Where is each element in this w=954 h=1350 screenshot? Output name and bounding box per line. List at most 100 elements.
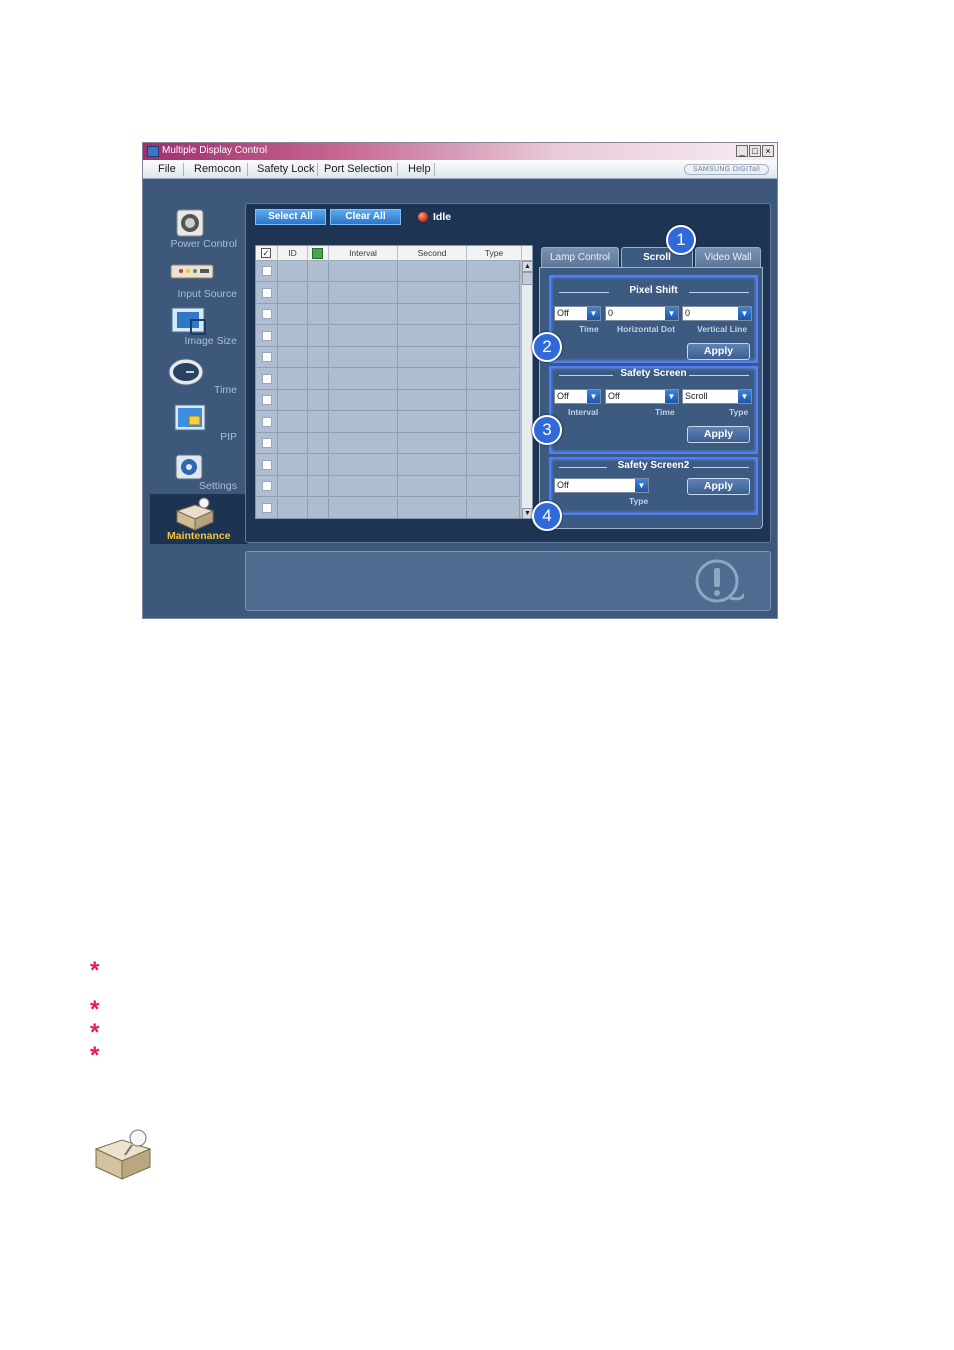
- grid-scrollbar[interactable]: ▲ ▼: [521, 261, 532, 518]
- table-cell: [308, 411, 329, 433]
- callout-badge-1: 1: [666, 225, 696, 255]
- sidebar-item-label: PIP: [220, 431, 237, 443]
- table-cell: [308, 304, 329, 325]
- minimize-button[interactable]: _: [736, 145, 748, 157]
- row-checkbox[interactable]: [262, 309, 272, 319]
- menu-help[interactable]: Help: [408, 163, 431, 175]
- safety-screen-title: Safety Screen: [620, 368, 687, 379]
- close-button[interactable]: ×: [762, 145, 774, 157]
- menu-port-selection[interactable]: Port Selection: [324, 163, 392, 175]
- sidebar-item-label: Input Source: [177, 288, 237, 300]
- row-checkbox[interactable]: [262, 330, 272, 341]
- bullet-star: *: [90, 996, 100, 1023]
- table-cell: [278, 325, 308, 347]
- clock-icon: [168, 358, 204, 386]
- table-cell: [467, 282, 520, 304]
- table-cell: [329, 282, 398, 304]
- row-checkbox[interactable]: [262, 459, 272, 470]
- menu-separator: [317, 163, 318, 176]
- checkbox-cell: [256, 390, 278, 411]
- row-checkbox[interactable]: [262, 502, 272, 513]
- menu-remocon[interactable]: Remocon: [194, 163, 241, 175]
- sidebar-item-pip[interactable]: PIP: [151, 403, 237, 447]
- table-row[interactable]: [256, 433, 520, 454]
- table-cell: [329, 411, 398, 433]
- app-icon: [147, 146, 159, 157]
- table-row[interactable]: [256, 390, 520, 411]
- table-cell: [278, 433, 308, 454]
- table-cell: [278, 390, 308, 411]
- checkbox-cell: [256, 454, 278, 476]
- table-cell: [278, 454, 308, 476]
- vertical-line-select[interactable]: 0 ▼: [682, 306, 752, 321]
- row-checkbox[interactable]: [262, 373, 272, 384]
- tab-lamp-control[interactable]: Lamp Control: [541, 247, 619, 267]
- type-label: Type: [629, 496, 649, 506]
- safety-type-select[interactable]: Scroll ▼: [682, 389, 752, 404]
- table-row[interactable]: [256, 411, 520, 433]
- maximize-button[interactable]: □: [749, 145, 761, 157]
- row-checkbox[interactable]: [262, 287, 272, 298]
- table-row[interactable]: [256, 368, 520, 390]
- table-row[interactable]: [256, 476, 520, 497]
- select-value: Off: [608, 391, 620, 401]
- row-checkbox[interactable]: [262, 416, 272, 427]
- sidebar-item-image-size[interactable]: Image Size: [151, 306, 237, 350]
- sidebar-item-power-control[interactable]: Power Control: [151, 207, 237, 251]
- table-row[interactable]: [256, 497, 520, 518]
- pip-icon: [174, 404, 206, 431]
- pixel-shift-apply-button[interactable]: Apply: [687, 343, 750, 360]
- settings-icon: [175, 454, 203, 480]
- power-icon: [312, 248, 323, 259]
- table-row[interactable]: [256, 261, 520, 282]
- table-cell: [398, 282, 467, 304]
- row-checkbox[interactable]: [262, 352, 272, 362]
- safety-screen2-group: Safety Screen2 Off ▼ Type Apply: [549, 457, 758, 515]
- row-checkbox[interactable]: [262, 395, 272, 405]
- sidebar-item-time[interactable]: Time: [151, 355, 237, 399]
- table-cell: [308, 433, 329, 454]
- table-cell: [398, 454, 467, 476]
- menu-safety-lock[interactable]: Safety Lock: [257, 163, 314, 175]
- table-row[interactable]: [256, 454, 520, 476]
- row-checkbox[interactable]: [262, 481, 272, 491]
- table-cell: [278, 261, 308, 282]
- clear-all-button[interactable]: Clear All: [330, 209, 401, 225]
- table-cell: [308, 368, 329, 390]
- table-row[interactable]: [256, 304, 520, 325]
- menu-bar: File Remocon Safety Lock Port Selection …: [143, 160, 777, 179]
- select-all-button[interactable]: Select All: [255, 209, 326, 225]
- callout-badge-4: 4: [532, 501, 562, 531]
- horizontal-dot-select[interactable]: 0 ▼: [605, 306, 679, 321]
- select-all-checkbox-header[interactable]: ✓: [256, 246, 278, 261]
- safety-interval-select[interactable]: Off ▼: [554, 389, 601, 404]
- safety-screen-apply-button[interactable]: Apply: [687, 426, 750, 443]
- menu-file[interactable]: File: [158, 163, 176, 175]
- row-checkbox[interactable]: [262, 266, 272, 276]
- safety-screen2-apply-button[interactable]: Apply: [687, 478, 750, 495]
- table-row[interactable]: [256, 325, 520, 347]
- tab-video-wall[interactable]: Video Wall: [695, 247, 761, 267]
- status-text: Idle: [433, 211, 452, 223]
- table-row[interactable]: [256, 282, 520, 304]
- checkbox-cell: [256, 304, 278, 325]
- sidebar-item-settings[interactable]: Settings: [151, 452, 237, 496]
- column-power: [308, 246, 329, 261]
- scroll-up-icon[interactable]: ▲: [522, 261, 532, 272]
- bullet-star: *: [90, 1019, 100, 1046]
- table-cell: [278, 368, 308, 390]
- table-cell: [308, 261, 329, 282]
- table-cell: [308, 390, 329, 411]
- table-cell: [329, 261, 398, 282]
- table-row[interactable]: [256, 347, 520, 368]
- safety-screen2-type-select[interactable]: Off ▼: [554, 478, 649, 493]
- table-cell: [467, 390, 520, 411]
- table-cell: [329, 433, 398, 454]
- row-checkbox[interactable]: [262, 438, 272, 448]
- scroll-thumb[interactable]: [522, 272, 532, 285]
- table-cell: [278, 282, 308, 304]
- sidebar-item-input-source[interactable]: Input Source: [151, 258, 237, 302]
- select-value: Scroll: [685, 391, 708, 401]
- safety-time-select[interactable]: Off ▼: [605, 389, 679, 404]
- pixel-shift-time-select[interactable]: Off ▼: [554, 306, 601, 321]
